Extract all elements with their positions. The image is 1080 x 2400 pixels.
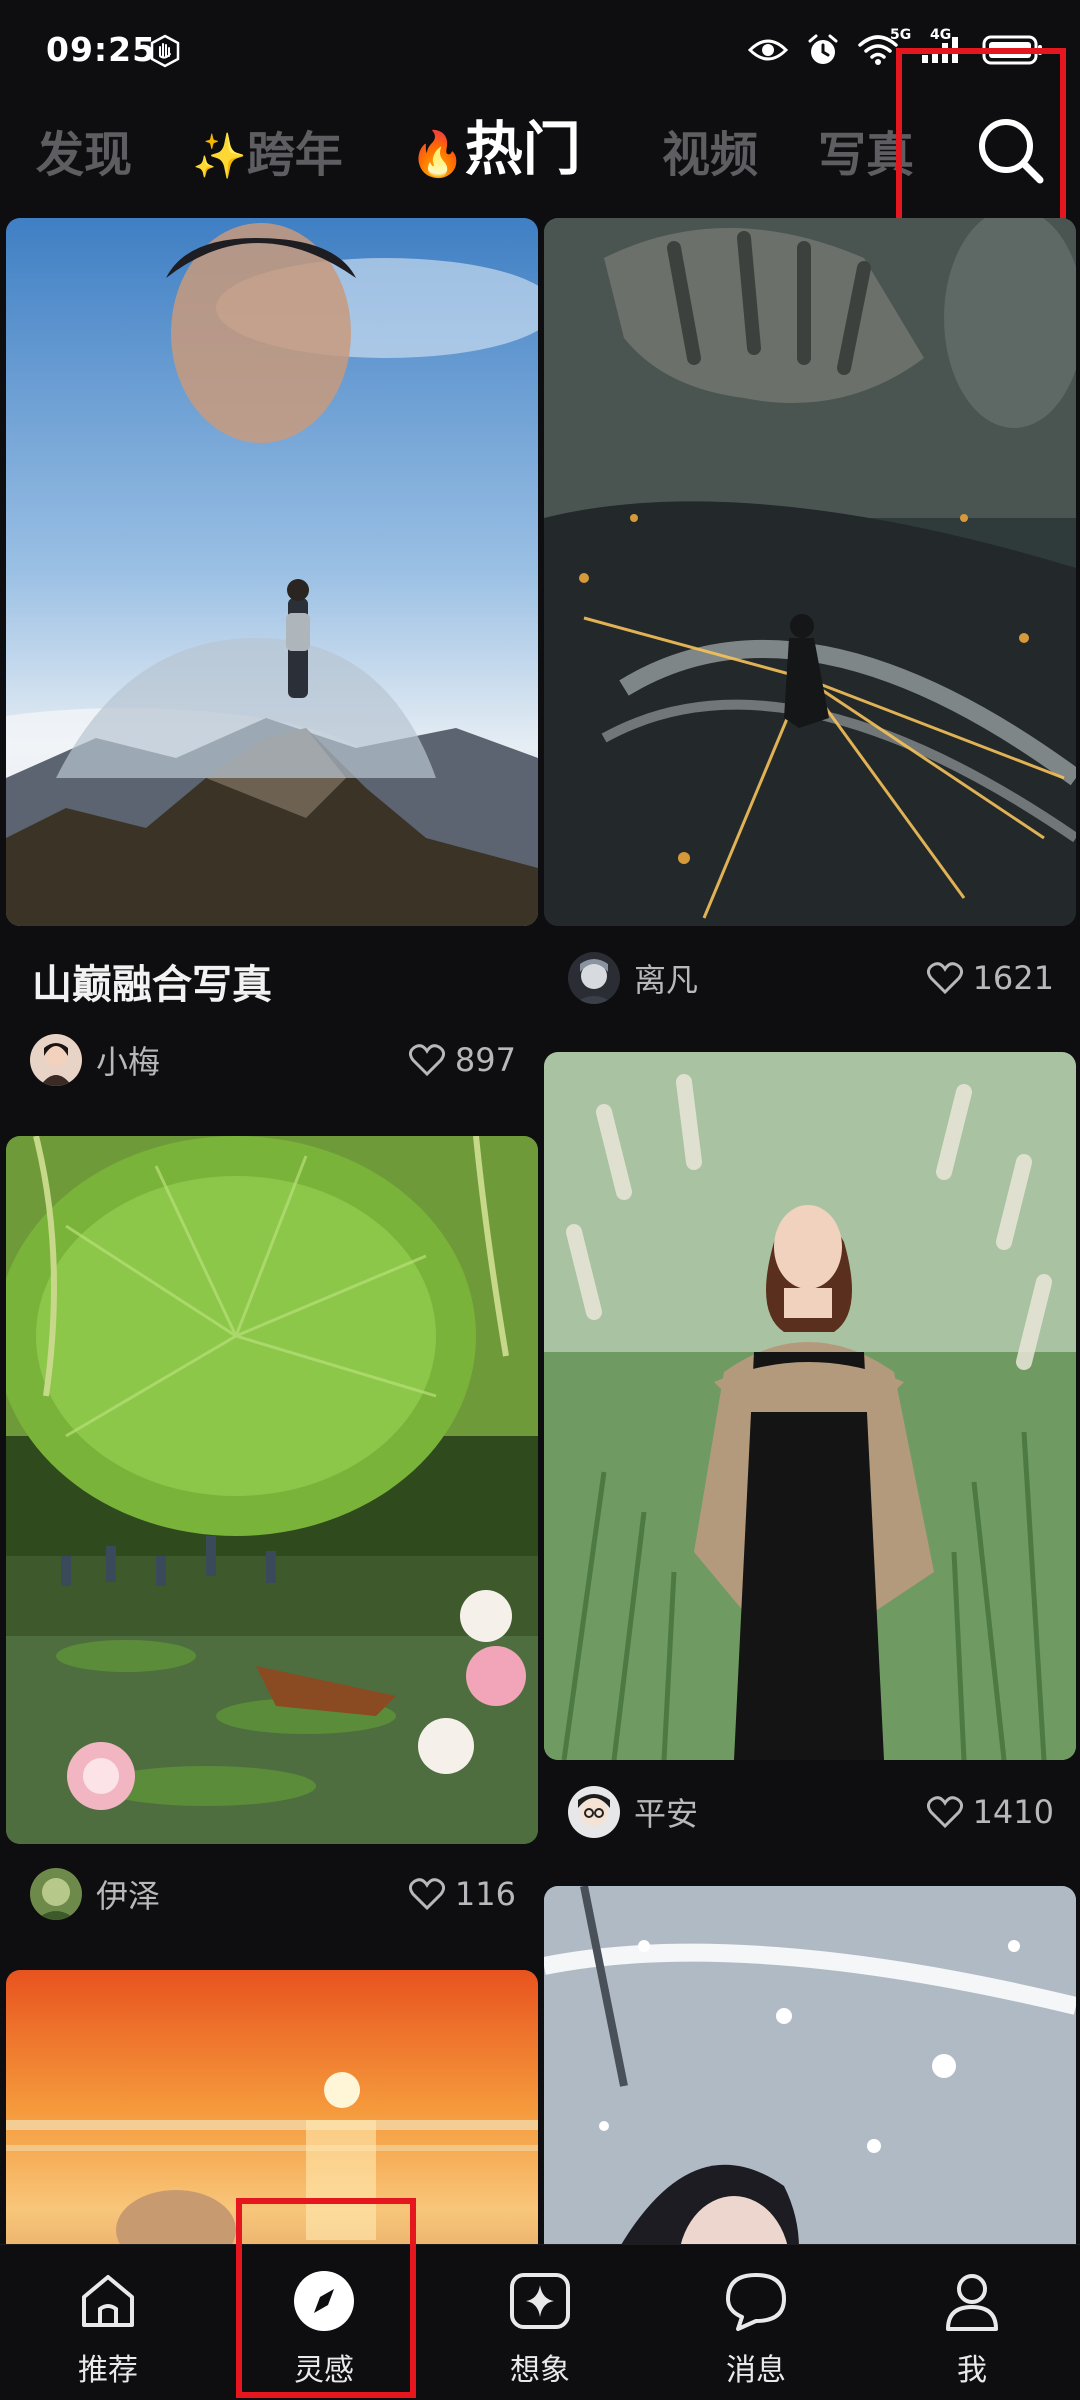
nav-label: 想象 [510,2353,570,2388]
compass-icon [294,2271,354,2331]
avatar[interactable] [30,1034,82,1086]
card-meta: 平安 1410 [568,1782,1054,1842]
chat-icon [726,2273,786,2331]
feed-card-mountain[interactable] [6,218,538,926]
like-button[interactable]: 116 [408,1864,516,1924]
like-button[interactable]: 897 [408,1030,516,1090]
like-count: 897 [454,1041,516,1079]
screen: 09:25 5G 4G 发现 ✨跨年 🔥热门 视频 写真 山巅融合写真 小梅 8… [0,0,1080,2400]
status-bar: 09:25 5G 4G [0,0,1080,96]
alarm-icon [808,34,838,64]
wifi-badge: 5G [890,27,912,43]
card-meta: 伊泽 116 [30,1864,516,1924]
sparkle-icon [510,2273,570,2329]
card-meta: 小梅 897 [30,1030,516,1090]
like-button[interactable]: 1621 [926,948,1054,1008]
avatar[interactable] [30,1868,82,1920]
home-icon [82,2275,134,2327]
tab-label: 发现 [36,127,133,183]
avatar[interactable] [568,952,620,1004]
tab-new-year[interactable]: ✨跨年 [192,120,343,190]
author-name[interactable]: 伊泽 [96,1871,160,1917]
fire-icon: 🔥 [410,129,465,180]
giant-hand-image [544,218,1076,926]
signal-badge: 4G [930,27,952,43]
sparkles-icon: ✨ [192,131,247,182]
tab-label: 热门 [464,115,581,183]
heart-icon [926,962,963,994]
mountain-portrait-image [6,218,538,926]
profile-icon [946,2274,998,2331]
status-icons: 5G 4G [748,27,1044,72]
like-count: 116 [454,1875,516,1913]
lotus-pond-image [6,1136,538,1844]
woman-in-grass-image [544,1052,1076,1760]
card-meta: 离凡 1621 [568,948,1054,1008]
hand-icon [150,34,180,68]
nav-label: 我 [957,2353,987,2388]
card-title: 山巅融合写真 [32,962,272,1008]
tab-portrait[interactable]: 写真 [818,120,914,190]
like-button[interactable]: 1410 [926,1782,1054,1842]
battery-icon [982,35,1042,65]
bottom-nav: 推荐 灵感 想象 消息 我 [0,2244,1080,2400]
top-tabs: 发现 ✨跨年 🔥热门 视频 写真 [0,100,1080,208]
tab-label: 写真 [818,127,915,183]
eye-icon [748,39,788,61]
nav-imagine[interactable]: 想象 [460,2245,620,2400]
nav-label: 推荐 [78,2353,138,2388]
tab-video[interactable]: 视频 [662,120,758,190]
feed-card-woman-grass[interactable] [544,1052,1076,1760]
nav-messages[interactable]: 消息 [676,2245,836,2400]
like-count: 1621 [972,959,1054,997]
heart-icon [408,1044,445,1076]
nav-recommend[interactable]: 推荐 [28,2245,188,2400]
tab-discover[interactable]: 发现 [36,120,132,190]
feed-card-giant-hand[interactable] [544,218,1076,926]
avatar[interactable] [568,1786,620,1838]
status-time: 09:25 [46,30,157,69]
nav-me[interactable]: 我 [892,2245,1052,2400]
search-icon[interactable] [970,110,1050,190]
heart-icon [408,1878,445,1910]
feed-card-lotus[interactable] [6,1136,538,1844]
nav-inspiration[interactable]: 灵感 [244,2245,404,2400]
tab-hot[interactable]: 🔥热门 [410,114,581,184]
author-name[interactable]: 平安 [634,1789,698,1835]
tab-label: 视频 [662,127,759,183]
signal-indicator: 4G [920,27,964,67]
nav-label: 消息 [726,2353,786,2388]
wifi-indicator: 5G [858,27,911,67]
author-name[interactable]: 小梅 [96,1037,160,1083]
author-name[interactable]: 离凡 [634,955,698,1001]
heart-icon [926,1796,963,1828]
nav-label: 灵感 [294,2353,354,2388]
tab-label: 跨年 [246,127,343,183]
like-count: 1410 [972,1793,1054,1831]
